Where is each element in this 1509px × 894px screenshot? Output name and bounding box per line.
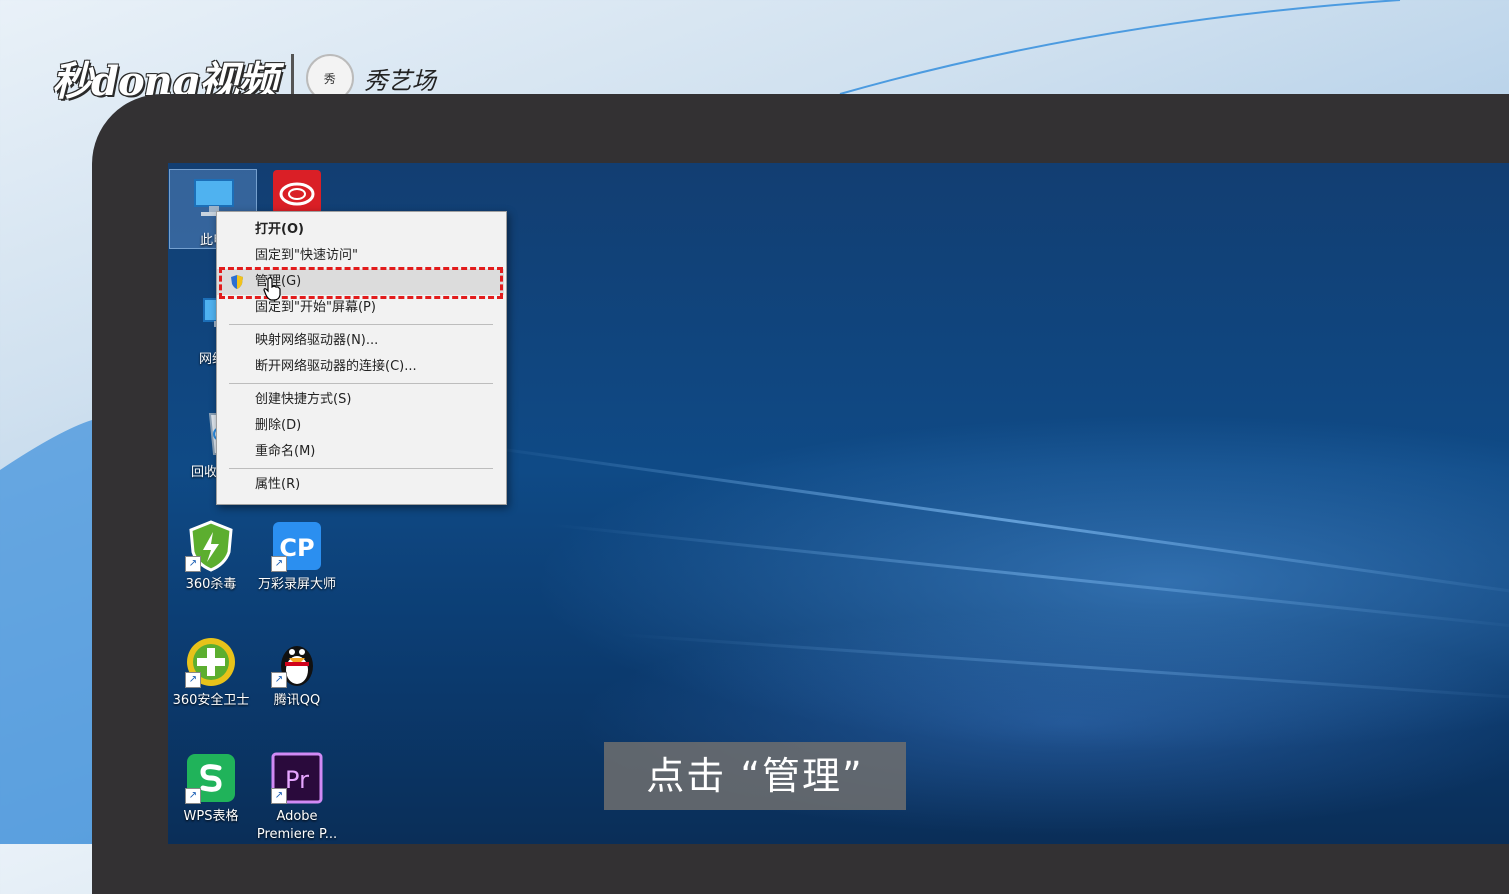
menu-item-label: 映射网络驱动器(N)... <box>255 333 379 348</box>
penguin-icon: ↗ <box>271 636 323 688</box>
menu-item-label: 属性(R) <box>255 477 301 492</box>
wallpaper-streak <box>617 633 1509 703</box>
shortcut-arrow-icon: ↗ <box>185 556 201 572</box>
menu-item-label: 重命名(M) <box>255 444 316 459</box>
desktop-icon-360-antivirus[interactable]: ↗ 360杀毒 <box>168 520 254 594</box>
menu-item-rename[interactable]: 重命名(M) <box>217 439 504 465</box>
desktop-icon-label: 万彩录屏大师 <box>257 577 336 592</box>
menu-separator <box>229 324 493 325</box>
menu-item-pin-quick-access[interactable]: 固定到"快速访问" <box>217 243 504 269</box>
desktop-icon-qq[interactable]: ↗ 腾讯QQ <box>254 636 340 710</box>
partner-name: 秀艺场 <box>363 66 436 95</box>
menu-item-label: 打开(O) <box>255 222 304 237</box>
tutorial-caption: 点击 “管理” <box>604 742 906 810</box>
menu-separator <box>229 468 493 469</box>
menu-item-label: 断开网络驱动器的连接(C)... <box>255 359 417 374</box>
menu-item-label: 固定到"开始"屏幕(P) <box>255 300 376 315</box>
hand-cursor-icon <box>263 277 281 301</box>
shield-lightning-icon: ↗ <box>185 520 237 572</box>
desktop-icon-premiere[interactable]: Pr ↗ Adobe Premiere P... <box>254 752 340 844</box>
shortcut-arrow-icon: ↗ <box>271 788 287 804</box>
cp-icon: CP ↗ <box>271 520 323 572</box>
shortcut-arrow-icon: ↗ <box>271 672 287 688</box>
shortcut-arrow-icon: ↗ <box>185 788 201 804</box>
desktop-icon-wancai[interactable]: CP ↗ 万彩录屏大师 <box>254 520 340 594</box>
plus-circle-icon: ↗ <box>185 636 237 688</box>
svg-text:Pr: Pr <box>285 766 309 794</box>
desktop-icon-label: 腾讯QQ <box>273 693 321 708</box>
menu-item-label: 删除(D) <box>255 418 302 433</box>
menu-item-properties[interactable]: 属性(R) <box>217 472 504 498</box>
menu-item-delete[interactable]: 删除(D) <box>217 413 504 439</box>
wps-s-icon: ↗ <box>185 752 237 804</box>
wallpaper-streak <box>467 443 1509 600</box>
desktop-icon-label: 360安全卫士 <box>172 693 250 708</box>
menu-item-disconnect-drive[interactable]: 断开网络驱动器的连接(C)... <box>217 354 504 380</box>
shortcut-arrow-icon: ↗ <box>271 556 287 572</box>
desktop-icon-wps[interactable]: ↗ WPS表格 <box>168 752 254 826</box>
desktop-icon-label: Adobe Premiere P... <box>256 809 338 842</box>
shortcut-arrow-icon: ↗ <box>185 672 201 688</box>
menu-item-open[interactable]: 打开(O) <box>217 217 504 243</box>
menu-item-label: 固定到"快速访问" <box>255 248 358 263</box>
desktop-icon-label: 360杀毒 <box>185 577 237 592</box>
wallpaper-streak <box>547 523 1509 631</box>
context-menu: 打开(O) 固定到"快速访问" 管理(G) 固定到"开始"屏幕(P) 映射网络驱… <box>216 211 507 505</box>
menu-item-map-drive[interactable]: 映射网络驱动器(N)... <box>217 328 504 354</box>
premiere-icon: Pr ↗ <box>271 752 323 804</box>
menu-item-label: 创建快捷方式(S) <box>255 392 352 407</box>
menu-item-create-shortcut[interactable]: 创建快捷方式(S) <box>217 387 504 413</box>
desktop-icon-label: WPS表格 <box>183 809 239 824</box>
desktop-icon-360-safe[interactable]: ↗ 360安全卫士 <box>168 636 254 710</box>
menu-separator <box>229 383 493 384</box>
